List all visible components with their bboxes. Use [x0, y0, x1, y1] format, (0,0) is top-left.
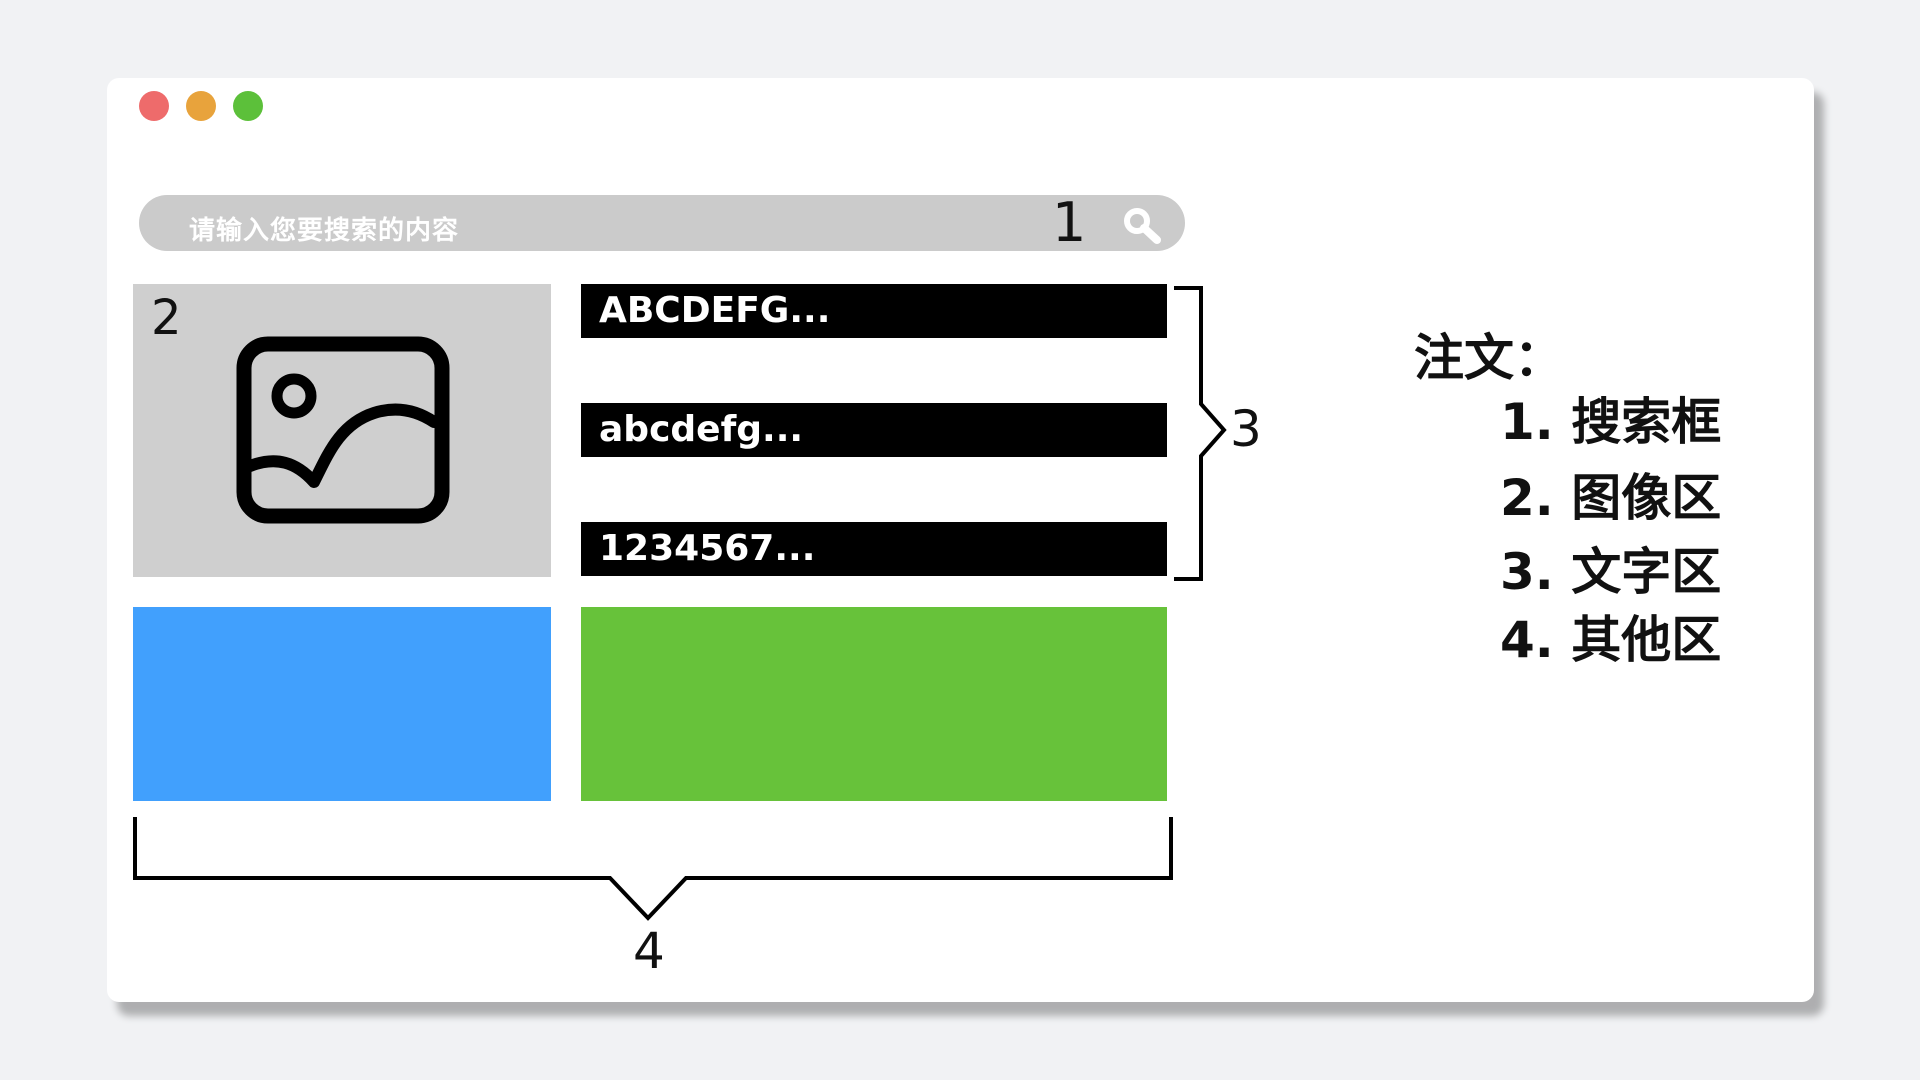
other-area-callout-number: 4: [633, 922, 665, 980]
notes-item-image: 2. 图像区: [1500, 469, 1722, 527]
text-area-bracket: [1174, 286, 1227, 581]
notes-item-text: 3. 文字区: [1500, 543, 1722, 601]
notes-item-search: 1. 搜索框: [1500, 393, 1722, 451]
notes-title: 注文：: [1414, 329, 1564, 387]
other-area-bracket: [133, 817, 1173, 921]
notes-item-other: 4. 其他区: [1500, 611, 1722, 669]
text-area-callout-number: 3: [1230, 400, 1262, 458]
